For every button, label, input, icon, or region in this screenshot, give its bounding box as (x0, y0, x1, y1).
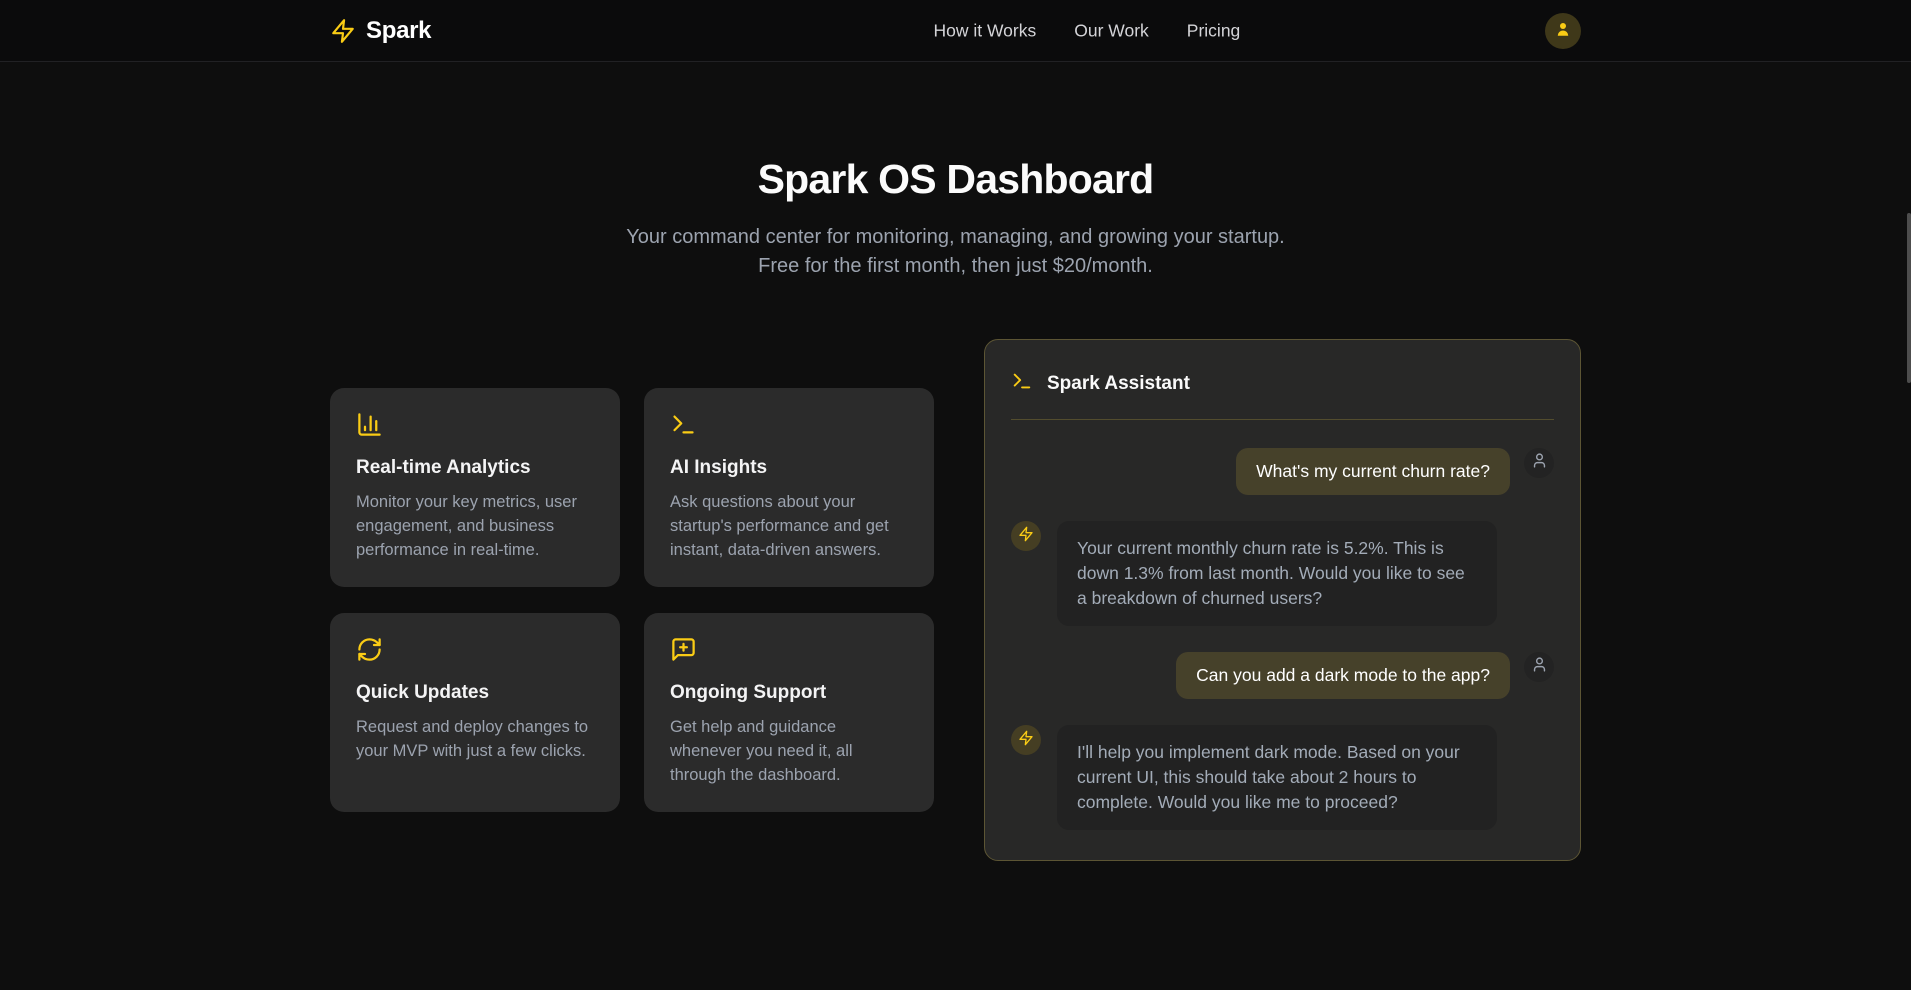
feature-card-realtime-analytics: Real-time Analytics Monitor your key met… (330, 388, 620, 587)
assistant-message-bubble: Your current monthly churn rate is 5.2%.… (1057, 521, 1497, 626)
page-subtitle: Your command center for monitoring, mana… (606, 223, 1306, 281)
feature-description: Request and deploy changes to your MVP w… (356, 715, 594, 763)
feature-card-ai-insights: AI Insights Ask questions about your sta… (644, 388, 934, 587)
chat-messages: What's my current churn rate? (1011, 448, 1554, 830)
feature-card-quick-updates: Quick Updates Request and deploy changes… (330, 613, 620, 812)
nav-link-pricing[interactable]: Pricing (1187, 20, 1241, 41)
chat-message-assistant: I'll help you implement dark mode. Based… (1011, 725, 1554, 830)
refresh-icon (356, 636, 594, 663)
user-avatar (1524, 652, 1554, 682)
user-message-bubble: Can you add a dark mode to the app? (1176, 652, 1510, 699)
chat-message-assistant: Your current monthly churn rate is 5.2%.… (1011, 521, 1554, 626)
chat-message-user: What's my current churn rate? (1011, 448, 1554, 495)
feature-title: Quick Updates (356, 682, 594, 704)
message-square-plus-icon (670, 636, 908, 663)
terminal-icon (1011, 370, 1033, 397)
feature-description: Ask questions about your startup's perfo… (670, 490, 908, 562)
hero-section: Spark OS Dashboard Your command center f… (0, 62, 1911, 281)
zap-icon (1018, 526, 1034, 547)
user-icon (1531, 656, 1548, 678)
zap-icon (1018, 730, 1034, 751)
terminal-icon (670, 411, 908, 438)
feature-title: Ongoing Support (670, 682, 908, 704)
feature-description: Monitor your key metrics, user engagemen… (356, 490, 594, 562)
main-content: Real-time Analytics Monitor your key met… (330, 339, 1581, 861)
user-avatar (1524, 448, 1554, 478)
brand-logo[interactable]: Spark (330, 17, 431, 45)
nav-link-how-it-works[interactable]: How it Works (934, 20, 1037, 41)
assistant-avatar (1011, 725, 1041, 755)
nav-inner: Spark How it Works Our Work Pricing (330, 0, 1581, 61)
brand-name: Spark (366, 17, 431, 45)
user-message-bubble: What's my current churn rate? (1236, 448, 1510, 495)
page-title: Spark OS Dashboard (0, 156, 1911, 203)
spark-assistant-panel: Spark Assistant What's my current churn … (984, 339, 1581, 861)
zap-icon (330, 18, 356, 44)
assistant-panel-title: Spark Assistant (1047, 373, 1190, 395)
feature-title: Real-time Analytics (356, 457, 594, 479)
assistant-panel-header: Spark Assistant (1011, 366, 1554, 419)
nav-link-our-work[interactable]: Our Work (1074, 20, 1149, 41)
panel-divider (1011, 419, 1554, 420)
account-avatar-button[interactable] (1545, 13, 1581, 49)
chart-column-icon (356, 411, 594, 438)
assistant-message-bubble: I'll help you implement dark mode. Based… (1057, 725, 1497, 830)
assistant-avatar (1011, 521, 1041, 551)
feature-title: AI Insights (670, 457, 908, 479)
top-nav: Spark How it Works Our Work Pricing (0, 0, 1911, 62)
user-icon (1554, 20, 1572, 41)
features-grid: Real-time Analytics Monitor your key met… (330, 388, 934, 812)
feature-description: Get help and guidance whenever you need … (670, 715, 908, 787)
user-icon (1531, 452, 1548, 474)
feature-card-ongoing-support: Ongoing Support Get help and guidance wh… (644, 613, 934, 812)
vertical-scrollbar[interactable] (1907, 213, 1911, 383)
nav-links: How it Works Our Work Pricing (934, 20, 1241, 41)
chat-message-user: Can you add a dark mode to the app? (1011, 652, 1554, 699)
page: Spark How it Works Our Work Pricing Spar… (0, 0, 1911, 990)
